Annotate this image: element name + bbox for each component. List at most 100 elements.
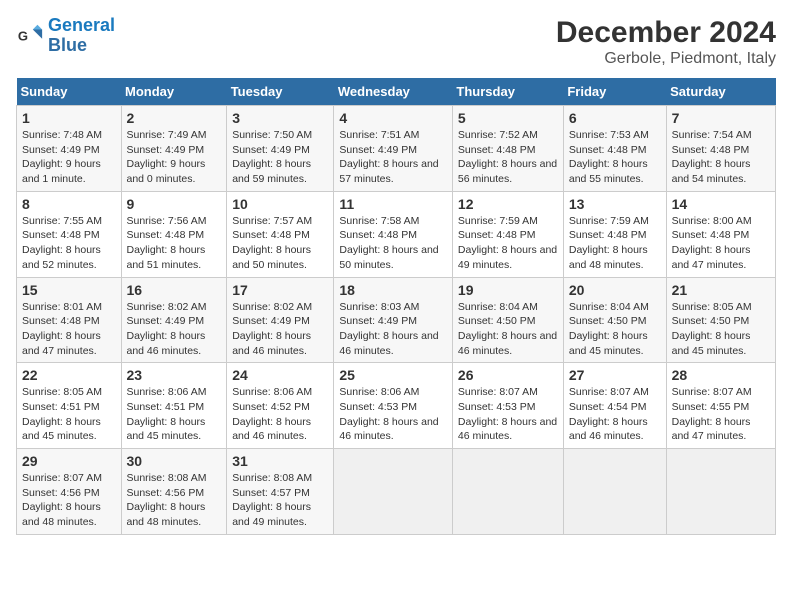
day-number: 2: [127, 110, 222, 126]
day-info: Sunrise: 7:50 AMSunset: 4:49 PMDaylight:…: [232, 129, 312, 185]
calendar-cell: 27 Sunrise: 8:07 AMSunset: 4:54 PMDayligh…: [563, 363, 666, 449]
day-number: 27: [569, 367, 661, 383]
day-info: Sunrise: 7:54 AMSunset: 4:48 PMDaylight:…: [672, 129, 752, 185]
calendar-cell: 17 Sunrise: 8:02 AMSunset: 4:49 PMDayligh…: [227, 277, 334, 363]
day-info: Sunrise: 7:52 AMSunset: 4:48 PMDaylight:…: [458, 129, 557, 185]
day-number: 5: [458, 110, 558, 126]
page-subtitle: Gerbole, Piedmont, Italy: [556, 50, 776, 68]
calendar-cell: 14 Sunrise: 8:00 AMSunset: 4:48 PMDayligh…: [666, 191, 775, 277]
day-info: Sunrise: 8:07 AMSunset: 4:53 PMDaylight:…: [458, 386, 557, 442]
header-friday: Friday: [563, 78, 666, 106]
day-info: Sunrise: 8:07 AMSunset: 4:55 PMDaylight:…: [672, 386, 752, 442]
day-info: Sunrise: 8:05 AMSunset: 4:51 PMDaylight:…: [22, 386, 102, 442]
day-info: Sunrise: 8:02 AMSunset: 4:49 PMDaylight:…: [127, 301, 207, 357]
title-block: December 2024 Gerbole, Piedmont, Italy: [556, 16, 776, 68]
day-info: Sunrise: 8:06 AMSunset: 4:51 PMDaylight:…: [127, 386, 207, 442]
day-number: 6: [569, 110, 661, 126]
day-info: Sunrise: 8:07 AMSunset: 4:54 PMDaylight:…: [569, 386, 649, 442]
calendar-cell: 2 Sunrise: 7:49 AMSunset: 4:49 PMDaylight…: [121, 106, 227, 192]
day-info: Sunrise: 7:49 AMSunset: 4:49 PMDaylight:…: [127, 129, 207, 185]
day-number: 9: [127, 196, 222, 212]
day-number: 21: [672, 282, 770, 298]
calendar-cell: 26 Sunrise: 8:07 AMSunset: 4:53 PMDayligh…: [452, 363, 563, 449]
day-number: 18: [339, 282, 447, 298]
day-number: 26: [458, 367, 558, 383]
day-number: 22: [22, 367, 116, 383]
day-info: Sunrise: 7:58 AMSunset: 4:48 PMDaylight:…: [339, 215, 438, 271]
calendar-cell: 29 Sunrise: 8:07 AMSunset: 4:56 PMDayligh…: [17, 449, 122, 535]
calendar-cell: 23 Sunrise: 8:06 AMSunset: 4:51 PMDayligh…: [121, 363, 227, 449]
calendar-cell: 22 Sunrise: 8:05 AMSunset: 4:51 PMDayligh…: [17, 363, 122, 449]
calendar-week-5: 29 Sunrise: 8:07 AMSunset: 4:56 PMDayligh…: [17, 449, 776, 535]
day-info: Sunrise: 8:08 AMSunset: 4:56 PMDaylight:…: [127, 472, 207, 528]
day-info: Sunrise: 8:06 AMSunset: 4:53 PMDaylight:…: [339, 386, 438, 442]
day-info: Sunrise: 8:04 AMSunset: 4:50 PMDaylight:…: [569, 301, 649, 357]
calendar-cell: [334, 449, 453, 535]
calendar-cell: 1 Sunrise: 7:48 AMSunset: 4:49 PMDaylight…: [17, 106, 122, 192]
calendar-week-4: 22 Sunrise: 8:05 AMSunset: 4:51 PMDayligh…: [17, 363, 776, 449]
day-info: Sunrise: 7:56 AMSunset: 4:48 PMDaylight:…: [127, 215, 207, 271]
day-number: 16: [127, 282, 222, 298]
day-info: Sunrise: 7:53 AMSunset: 4:48 PMDaylight:…: [569, 129, 649, 185]
day-info: Sunrise: 8:01 AMSunset: 4:48 PMDaylight:…: [22, 301, 102, 357]
calendar-cell: 7Sunrise: 7:54 AMSunset: 4:48 PMDaylight…: [666, 106, 775, 192]
header-monday: Monday: [121, 78, 227, 106]
calendar-cell: 19Sunrise: 8:04 AMSunset: 4:50 PMDayligh…: [452, 277, 563, 363]
calendar-cell: 30 Sunrise: 8:08 AMSunset: 4:56 PMDayligh…: [121, 449, 227, 535]
day-number: 14: [672, 196, 770, 212]
calendar-cell: 9 Sunrise: 7:56 AMSunset: 4:48 PMDaylight…: [121, 191, 227, 277]
calendar-week-3: 15 Sunrise: 8:01 AMSunset: 4:48 PMDayligh…: [17, 277, 776, 363]
day-number: 28: [672, 367, 770, 383]
day-number: 25: [339, 367, 447, 383]
calendar-cell: 15 Sunrise: 8:01 AMSunset: 4:48 PMDayligh…: [17, 277, 122, 363]
logo-text: GeneralBlue: [48, 16, 115, 56]
calendar-cell: 24 Sunrise: 8:06 AMSunset: 4:52 PMDayligh…: [227, 363, 334, 449]
day-info: Sunrise: 8:08 AMSunset: 4:57 PMDaylight:…: [232, 472, 312, 528]
calendar-cell: 10 Sunrise: 7:57 AMSunset: 4:48 PMDayligh…: [227, 191, 334, 277]
page-header: G GeneralBlue December 2024 Gerbole, Pie…: [16, 16, 776, 68]
day-number: 4: [339, 110, 447, 126]
calendar-cell: [563, 449, 666, 535]
day-info: Sunrise: 8:06 AMSunset: 4:52 PMDaylight:…: [232, 386, 312, 442]
day-info: Sunrise: 7:51 AMSunset: 4:49 PMDaylight:…: [339, 129, 438, 185]
page-title: December 2024: [556, 16, 776, 50]
day-info: Sunrise: 8:07 AMSunset: 4:56 PMDaylight:…: [22, 472, 102, 528]
calendar-cell: 4 Sunrise: 7:51 AMSunset: 4:49 PMDaylight…: [334, 106, 453, 192]
header-tuesday: Tuesday: [227, 78, 334, 106]
day-number: 30: [127, 453, 222, 469]
day-info: Sunrise: 8:02 AMSunset: 4:49 PMDaylight:…: [232, 301, 312, 357]
calendar-cell: 25 Sunrise: 8:06 AMSunset: 4:53 PMDayligh…: [334, 363, 453, 449]
day-number: 13: [569, 196, 661, 212]
day-info: Sunrise: 7:57 AMSunset: 4:48 PMDaylight:…: [232, 215, 312, 271]
calendar-cell: 3 Sunrise: 7:50 AMSunset: 4:49 PMDaylight…: [227, 106, 334, 192]
svg-text:G: G: [18, 28, 28, 43]
calendar-cell: 6 Sunrise: 7:53 AMSunset: 4:48 PMDaylight…: [563, 106, 666, 192]
day-info: Sunrise: 7:55 AMSunset: 4:48 PMDaylight:…: [22, 215, 102, 271]
calendar-cell: 12Sunrise: 7:59 AMSunset: 4:48 PMDayligh…: [452, 191, 563, 277]
calendar-header-row: SundayMondayTuesdayWednesdayThursdayFrid…: [17, 78, 776, 106]
day-number: 29: [22, 453, 116, 469]
day-number: 23: [127, 367, 222, 383]
day-info: Sunrise: 8:00 AMSunset: 4:48 PMDaylight:…: [672, 215, 752, 271]
calendar-cell: 8Sunrise: 7:55 AMSunset: 4:48 PMDaylight…: [17, 191, 122, 277]
calendar-cell: 5 Sunrise: 7:52 AMSunset: 4:48 PMDaylight…: [452, 106, 563, 192]
calendar-table: SundayMondayTuesdayWednesdayThursdayFrid…: [16, 78, 776, 535]
day-number: 12: [458, 196, 558, 212]
calendar-cell: 16 Sunrise: 8:02 AMSunset: 4:49 PMDayligh…: [121, 277, 227, 363]
day-number: 17: [232, 282, 328, 298]
calendar-week-2: 8Sunrise: 7:55 AMSunset: 4:48 PMDaylight…: [17, 191, 776, 277]
day-number: 3: [232, 110, 328, 126]
day-number: 24: [232, 367, 328, 383]
header-saturday: Saturday: [666, 78, 775, 106]
header-thursday: Thursday: [452, 78, 563, 106]
day-number: 1: [22, 110, 116, 126]
day-number: 15: [22, 282, 116, 298]
day-info: Sunrise: 7:48 AMSunset: 4:49 PMDaylight:…: [22, 129, 102, 185]
calendar-cell: 31Sunrise: 8:08 AMSunset: 4:57 PMDayligh…: [227, 449, 334, 535]
day-number: 11: [339, 196, 447, 212]
day-number: 10: [232, 196, 328, 212]
logo-icon: G: [16, 22, 44, 50]
day-info: Sunrise: 8:03 AMSunset: 4:49 PMDaylight:…: [339, 301, 438, 357]
header-wednesday: Wednesday: [334, 78, 453, 106]
calendar-cell: 18 Sunrise: 8:03 AMSunset: 4:49 PMDayligh…: [334, 277, 453, 363]
